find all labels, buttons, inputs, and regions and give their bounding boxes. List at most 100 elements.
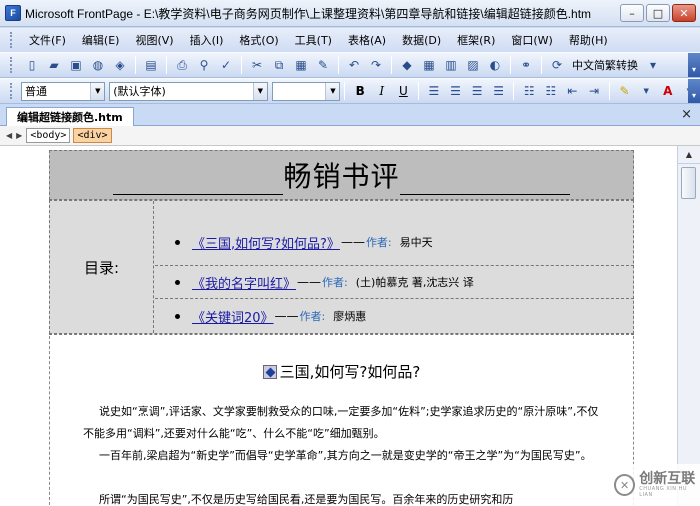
vertical-scrollbar[interactable]: ▲ <box>677 146 700 506</box>
chevron-down-icon[interactable]: ▾ <box>643 55 663 75</box>
bookmark-anchor-icon[interactable] <box>262 364 277 379</box>
menu-edit[interactable]: 编辑(E) <box>74 30 128 50</box>
title-underline-right <box>399 175 570 195</box>
toc-item: 《关键词20》 —— 作者: 廖炳惠 <box>155 299 634 333</box>
menu-table[interactable]: 表格(A) <box>340 30 394 50</box>
cut-icon[interactable]: ✂ <box>247 55 267 75</box>
article-content[interactable]: 三国,如何写?如何品? 说史如“烹调”,评话家、文学家要制救受众的口味,一定要多… <box>49 334 634 506</box>
format-painter-icon[interactable]: ✎ <box>313 55 333 75</box>
underline-button[interactable]: U <box>394 81 414 101</box>
align-right-icon[interactable]: ☰ <box>467 81 487 101</box>
chevron-down-icon[interactable]: ▼ <box>325 82 340 100</box>
close-button[interactable]: ✕ <box>672 4 696 22</box>
scroll-thumb[interactable] <box>681 167 696 199</box>
undo-icon[interactable]: ↶ <box>344 55 364 75</box>
chevron-down-icon[interactable]: ▼ <box>636 81 656 101</box>
align-left-icon[interactable]: ☰ <box>424 81 444 101</box>
frontpage-app-icon[interactable]: F <box>5 5 21 21</box>
numbered-list-icon[interactable]: ☷ <box>519 81 539 101</box>
bulleted-list-icon[interactable]: ☷ <box>541 81 561 101</box>
toolbar-separator <box>241 56 242 74</box>
toolbar-options-icon[interactable]: ▾ <box>688 53 700 77</box>
refresh-icon[interactable]: ⟳ <box>547 55 567 75</box>
watermark-text-block: 创新互联 CHUANG XIN HU LIAN <box>639 472 700 498</box>
style-select[interactable]: 普通 ▼ <box>20 81 106 101</box>
close-document-icon[interactable]: × <box>681 107 692 122</box>
chevron-down-icon[interactable]: ▼ <box>90 82 105 100</box>
menu-view[interactable]: 视图(V) <box>127 30 181 50</box>
menu-format[interactable]: 格式(O) <box>231 30 286 50</box>
highlight-icon[interactable]: ✎ <box>615 81 635 101</box>
toc-table[interactable]: 目录: 《三国,如何写?如何品?》 —— 作者: 易中天 《我的名字叫红》 ——… <box>49 200 634 334</box>
preview-icon[interactable]: ⚲ <box>194 55 214 75</box>
tag-body[interactable]: <body> <box>26 128 71 143</box>
toolbar-grip[interactable] <box>10 83 13 99</box>
paragraph-text: 所谓“为国民写史”,不仅是历史写给国民看,还是要为国民写。百余年来的历史研究和历 <box>99 493 514 506</box>
page-title-text: 畅销书评 <box>283 160 400 193</box>
save-icon[interactable]: ▣ <box>66 55 86 75</box>
quick-tag-selector: ◀ ▶ <body> <div> <box>0 126 700 146</box>
decrease-indent-icon[interactable]: ⇤ <box>563 81 583 101</box>
toggle-pane-icon[interactable]: ▤ <box>141 55 161 75</box>
design-view-canvas[interactable]: 畅销书评 目录: 《三国,如何写?如何品?》 —— 作者: 易中天 《我的名字叫… <box>0 146 677 506</box>
menu-window[interactable]: 窗口(W) <box>503 30 560 50</box>
toc-link-keywords[interactable]: 《关键词20》 <box>192 307 274 326</box>
header-cell[interactable]: 畅销书评 <box>49 150 634 200</box>
page-title: 畅销书评 <box>113 155 570 195</box>
increase-indent-icon[interactable]: ⇥ <box>584 81 604 101</box>
insert-table-icon[interactable]: ▦ <box>419 55 439 75</box>
toolbar-separator <box>135 56 136 74</box>
menu-frames[interactable]: 框架(R) <box>449 30 503 50</box>
tag-nav-right-icon[interactable]: ▶ <box>16 131 22 140</box>
author-name: 易中天 <box>399 236 433 249</box>
toolbar-separator <box>344 82 346 100</box>
bullet-icon <box>175 279 180 285</box>
window-title: Microsoft FrontPage - E:\教学资料\电子商务网页制作\上… <box>25 6 592 21</box>
justify-icon[interactable]: ☰ <box>489 81 509 101</box>
document-tab[interactable]: 编辑超链接颜色.htm <box>6 107 134 126</box>
redo-icon[interactable]: ↷ <box>366 55 386 75</box>
insert-layer-icon[interactable]: ▥ <box>441 55 461 75</box>
menu-bar: 文件(F) 编辑(E) 视图(V) 插入(I) 格式(O) 工具(T) 表格(A… <box>0 28 700 52</box>
toolbar-grip[interactable] <box>10 57 13 73</box>
font-size-select[interactable]: ▼ <box>271 81 341 101</box>
tag-nav-left-icon[interactable]: ◀ <box>6 131 12 140</box>
toc-link-sanguo[interactable]: 《三国,如何写?如何品?》 <box>192 233 340 252</box>
menu-insert[interactable]: 插入(I) <box>182 30 232 50</box>
menu-file[interactable]: 文件(F) <box>21 30 74 50</box>
tag-div[interactable]: <div> <box>73 128 112 143</box>
paragraph: 一百年前,梁启超为“新史学”而倡导“史学革命”,其方向之一就是变史学的“帝王之学… <box>83 445 603 467</box>
chevron-down-icon[interactable]: ▼ <box>252 82 267 100</box>
menu-help[interactable]: 帮助(H) <box>561 30 616 50</box>
search-icon[interactable]: ◍ <box>88 55 108 75</box>
print-icon[interactable]: ⎙ <box>172 55 192 75</box>
menu-tools[interactable]: 工具(T) <box>287 30 340 50</box>
font-color-icon[interactable]: A <box>658 81 678 101</box>
paste-icon[interactable]: ▦ <box>291 55 311 75</box>
menu-data[interactable]: 数据(D) <box>394 30 449 50</box>
drawing-icon[interactable]: ◐ <box>485 55 505 75</box>
copy-icon[interactable]: ⧉ <box>269 55 289 75</box>
web-component-icon[interactable]: ◆ <box>397 55 417 75</box>
scroll-up-icon[interactable]: ▲ <box>678 146 700 164</box>
spelling-icon[interactable]: ✓ <box>216 55 236 75</box>
font-select-value: (默认字体) <box>113 85 166 98</box>
hyperlink-icon[interactable]: ⚭ <box>516 55 536 75</box>
italic-button[interactable]: I <box>372 81 392 101</box>
restore-button[interactable]: □ <box>646 4 670 22</box>
publish-icon[interactable]: ◈ <box>110 55 130 75</box>
bold-button[interactable]: B <box>350 81 370 101</box>
menu-grip[interactable] <box>10 32 13 48</box>
font-select[interactable]: (默认字体) ▼ <box>109 81 268 101</box>
toolbar-separator <box>541 56 542 74</box>
toc-link-red[interactable]: 《我的名字叫红》 <box>192 273 296 292</box>
open-folder-icon[interactable]: ▰ <box>44 55 64 75</box>
chinese-conversion-button[interactable]: 中文简繁转换 <box>568 55 642 75</box>
watermark-logo-icon: ✕ <box>614 474 636 496</box>
toolbar-options-icon[interactable]: ▾ <box>688 79 700 103</box>
minimize-button[interactable]: – <box>620 4 644 22</box>
new-page-icon[interactable]: ▯ <box>22 55 42 75</box>
insert-picture-icon[interactable]: ▨ <box>463 55 483 75</box>
align-center-icon[interactable]: ☰ <box>446 81 466 101</box>
author-name: 廖炳惠 <box>333 310 367 323</box>
